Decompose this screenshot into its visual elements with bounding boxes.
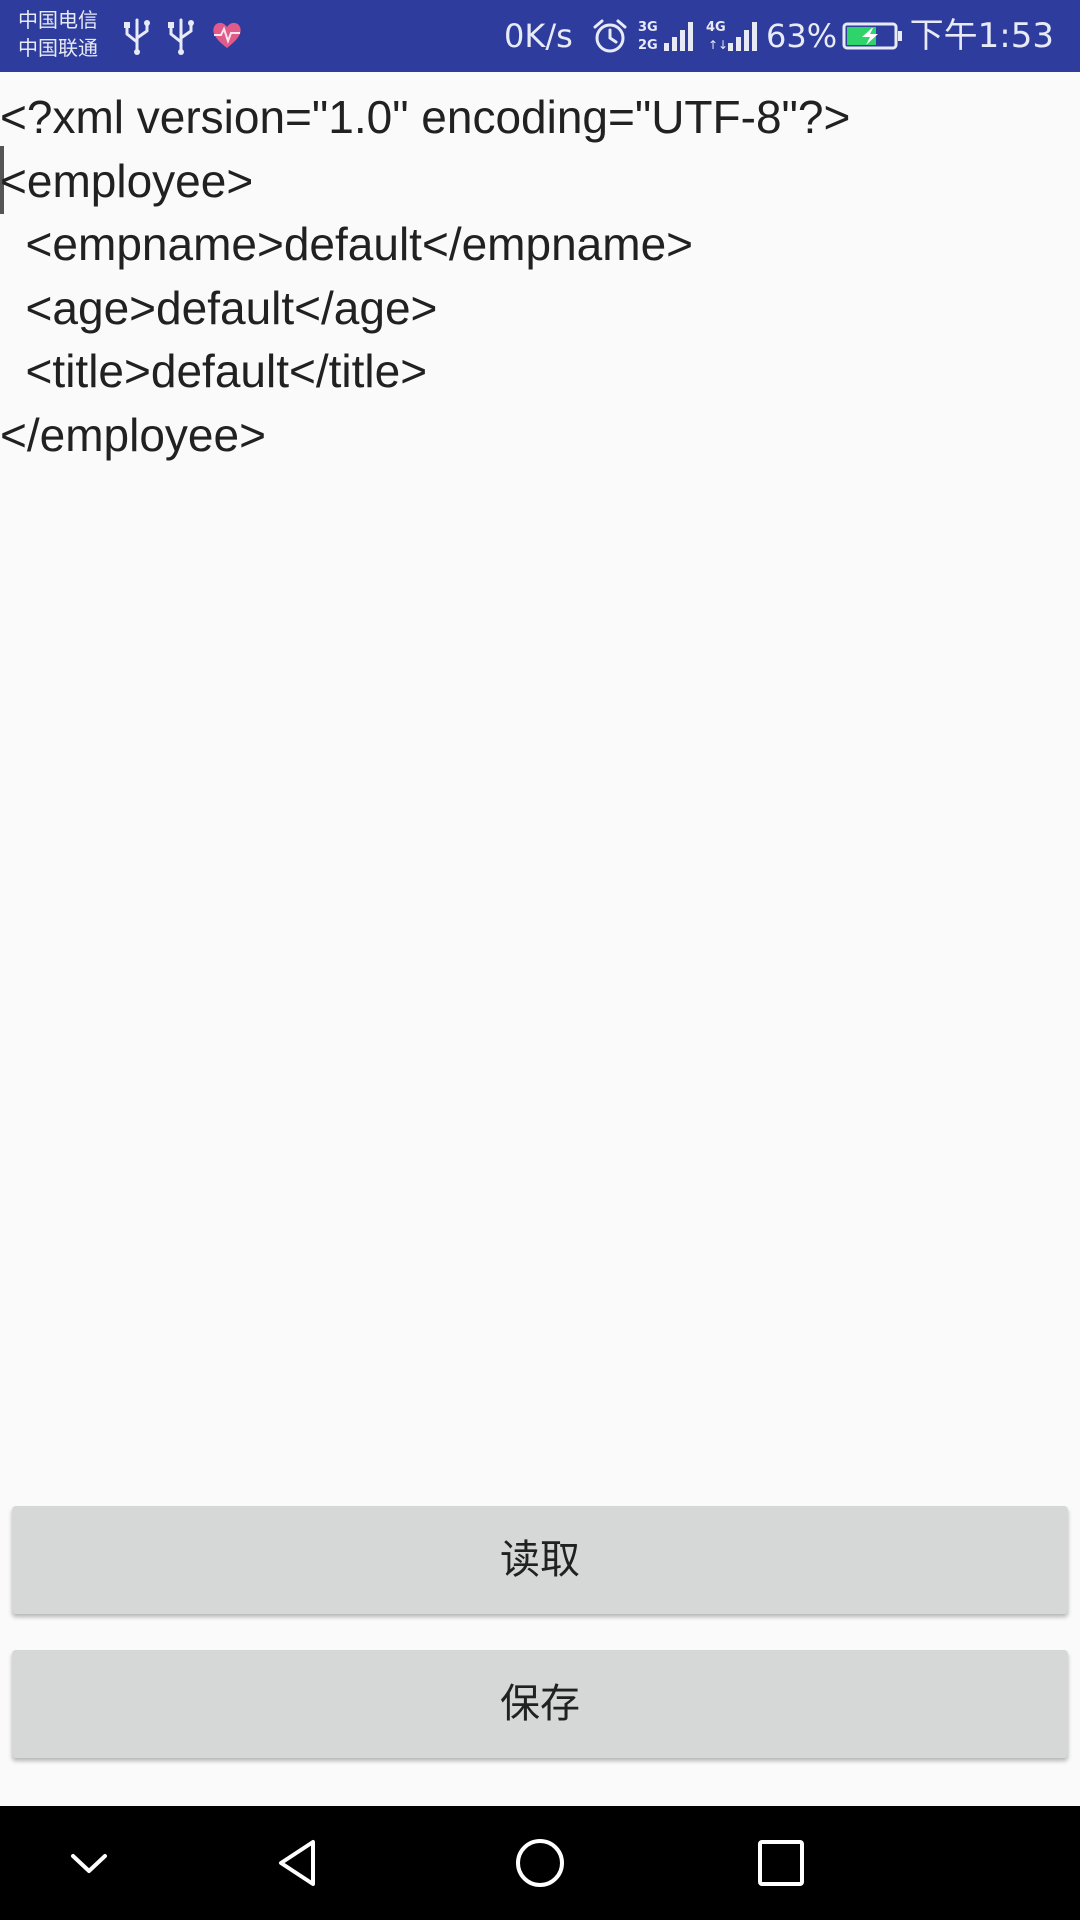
- chevron-down-icon[interactable]: [54, 1828, 124, 1898]
- usb-icon: [168, 18, 194, 55]
- home-circle-icon[interactable]: [505, 1828, 575, 1898]
- usb-icon: [124, 18, 150, 55]
- svg-text:4G: 4G: [706, 20, 726, 35]
- svg-text:3G: 3G: [638, 20, 658, 35]
- carrier-info: 中国电信 中国联通: [18, 6, 118, 62]
- carrier-2-label: 中国联通: [18, 36, 98, 60]
- alarm-clock-icon: [593, 19, 627, 53]
- network-speed: 0K/s: [504, 17, 573, 55]
- signal-icon: 3G 2G: [638, 20, 693, 53]
- signal-icon: 4G ↑↓: [706, 20, 757, 52]
- navigation-bar: [0, 1806, 1080, 1920]
- carrier-1-label: 中国电信: [18, 8, 98, 32]
- battery-charging-icon: [842, 22, 902, 50]
- clock-time: 下午1:53: [909, 16, 1054, 56]
- read-button[interactable]: 读取: [12, 1506, 1068, 1614]
- svg-text:2G: 2G: [638, 38, 658, 53]
- recent-apps-square-icon[interactable]: [746, 1828, 816, 1898]
- xml-edit-text[interactable]: <?xml version="1.0" encoding="UTF-8"?> <…: [0, 86, 1080, 467]
- main-content: <?xml version="1.0" encoding="UTF-8"?> <…: [0, 72, 1080, 1806]
- battery-percent: 63%: [766, 17, 838, 55]
- back-triangle-icon[interactable]: [264, 1828, 334, 1898]
- status-bar: 中国电信 中国联通 0K/s 3G 2G 4G ↑↓ 63% 下午1:53: [0, 0, 1080, 72]
- health-heart-icon: [213, 22, 241, 48]
- svg-text:↑↓: ↑↓: [708, 38, 728, 52]
- save-button[interactable]: 保存: [12, 1650, 1068, 1758]
